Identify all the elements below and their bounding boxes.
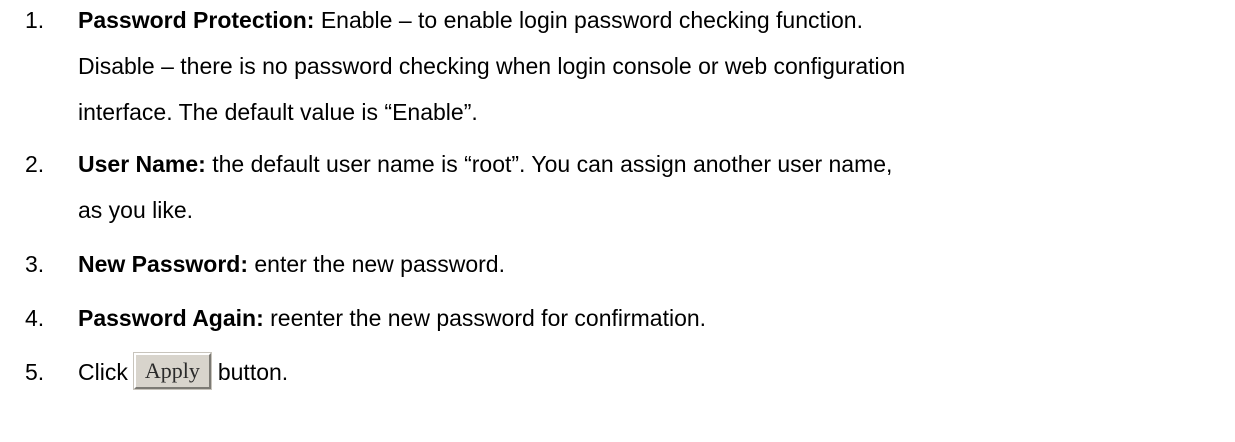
item-term: Password Again:	[78, 305, 264, 331]
item-line-1: Click Apply button.	[78, 351, 1228, 392]
item-number: 1.	[25, 7, 45, 33]
item-number: 5.	[25, 359, 45, 385]
item-line-1: Password Again: reenter the new password…	[78, 299, 1228, 337]
apply-button[interactable]: Apply	[132, 351, 212, 390]
item-number: 2.	[25, 151, 45, 177]
item-term: User Name:	[78, 151, 206, 177]
item-description: Enable – to enable login password checki…	[314, 7, 863, 33]
item-text: New Password: enter the new password.	[78, 245, 1228, 283]
item-description: enter the new password.	[248, 251, 505, 277]
item-line-2: Disable – there is no password checking …	[78, 53, 906, 79]
item-description-after: button.	[217, 359, 289, 385]
item-text: Password Again: reenter the new password…	[78, 299, 1228, 337]
item-line-1: New Password: enter the new password.	[78, 245, 1228, 283]
item-line-2: as you like.	[78, 197, 194, 223]
item-line-1: User Name: the default user name is “roo…	[78, 145, 1228, 183]
item-number: 4.	[25, 305, 45, 331]
item-text: Click Apply button.	[78, 351, 1228, 392]
item-text: User Name: the default user name is “roo…	[78, 145, 1228, 229]
item-text: Password Protection: Enable – to enable …	[78, 1, 1228, 131]
item-description: the default user name is “root”. You can…	[205, 151, 893, 177]
item-term: Password Protection:	[78, 7, 315, 33]
item-line-3: interface. The default value is “Enable”…	[78, 99, 478, 125]
item-line-1: Password Protection: Enable – to enable …	[78, 1, 1228, 39]
item-description-before: Click	[78, 359, 128, 385]
item-description: reenter the new password for confirmatio…	[263, 305, 707, 331]
item-term: New Password:	[78, 251, 248, 277]
item-number: 3.	[25, 251, 45, 277]
